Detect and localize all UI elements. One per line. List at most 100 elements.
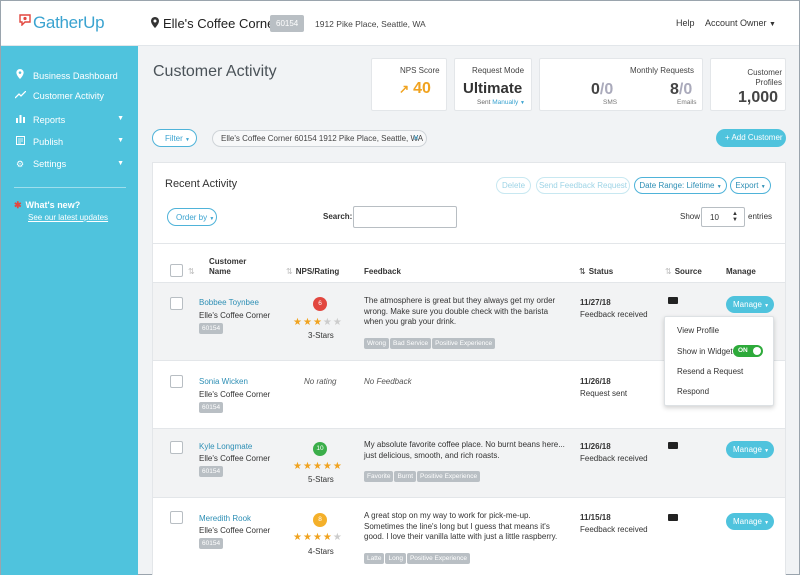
feedback-tag: Positive Experience [417, 471, 481, 482]
request-mode-value: Ultimate [463, 80, 523, 97]
menu-item-show-in-widget[interactable]: Show in Widget [677, 347, 733, 356]
chevron-down-icon: ▼ [117, 115, 124, 122]
customer-profiles-value: 1,000 [738, 89, 779, 106]
filter-button[interactable]: Filter ▼ [152, 129, 197, 147]
gatherup-logo[interactable]: GatherUp [19, 13, 105, 33]
star-icon: ★ [302, 461, 313, 472]
manage-button[interactable]: Manage ▼ [726, 296, 774, 313]
whats-new-label: What's new? [25, 200, 81, 210]
request-mode-sub[interactable]: Sent Manually ▼ [477, 99, 525, 106]
row-checkbox[interactable] [170, 441, 183, 454]
show-label: Show [680, 212, 701, 221]
date-range-button[interactable]: Date Range: Lifetime ▼ [634, 177, 727, 194]
chevron-down-icon: ▼ [520, 100, 525, 106]
location-id-badge: 60154 [199, 402, 224, 413]
help-link[interactable]: Help [676, 18, 695, 28]
column-manage: Manage [726, 267, 756, 276]
sidebar-item-customer-activity[interactable]: Customer Activity [14, 90, 134, 101]
latest-updates-link[interactable]: See our latest updates [28, 213, 108, 222]
star-rating-label: 3-Stars [308, 331, 334, 340]
map-pin-icon [14, 69, 26, 81]
column-status[interactable]: ⇅ Status [579, 267, 613, 276]
page-title: Customer Activity [153, 63, 277, 80]
entries-select[interactable]: 10 ▲ ▼ [701, 207, 745, 227]
manage-button[interactable]: Manage ▼ [726, 513, 774, 530]
export-button[interactable]: Export ▼ [730, 177, 771, 194]
toggle-label: ON [738, 347, 748, 354]
no-rating-text: No rating [304, 377, 337, 386]
table-row[interactable]: Kyle Longmate Elle's Coffee Corner 60154… [153, 429, 785, 498]
location-id-badge: 60154 [199, 466, 224, 477]
date-range-label: Date Range: Lifetime [639, 181, 715, 190]
chevron-down-icon: ▼ [764, 520, 770, 526]
sort-icon: ⇅ [579, 267, 586, 276]
trend-up-icon: ↗ [399, 82, 410, 96]
manage-dropdown-menu: View Profile Show in Widget ON Resend a … [664, 316, 774, 406]
nps-score-number: 40 [413, 80, 431, 97]
close-icon[interactable]: × [413, 133, 419, 144]
sent-label: Sent [477, 99, 491, 106]
send-feedback-request-button[interactable]: Send Feedback Request [536, 177, 630, 194]
row-checkbox[interactable] [170, 297, 183, 310]
add-customer-button[interactable]: + Add Customer [716, 129, 786, 147]
sort-icon: ⇅ [665, 267, 672, 276]
chevron-down-icon: ▼ [117, 137, 124, 144]
search-input[interactable] [353, 206, 457, 228]
sms-used: 0 [591, 81, 600, 98]
request-mode-card: Request Mode Ultimate Sent Manually ▼ [454, 58, 532, 111]
activity-status: Feedback received [580, 525, 648, 534]
select-all-checkbox[interactable] [170, 264, 183, 277]
star-empty-icon: ★ [332, 317, 343, 328]
gear-icon: ⚙ [15, 159, 25, 169]
customer-name-link[interactable]: Bobbee Toynbee [199, 298, 259, 307]
column-source[interactable]: ⇅ Source [665, 267, 702, 276]
sidebar-item-business-dashboard[interactable]: Business Dashboard [14, 69, 134, 81]
account-menu[interactable]: Account Owner ▼ [705, 18, 776, 28]
location-name[interactable]: Elle's Coffee Corner [163, 16, 279, 31]
chevron-down-icon: ▼ [764, 448, 770, 454]
nps-score-badge: 6 [313, 297, 327, 311]
customer-profiles-card: Customer Profiles 1,000 [710, 58, 786, 111]
order-by-label: Order by [176, 213, 208, 222]
table-row[interactable]: Meredith Rook Elle's Coffee Corner 60154… [153, 498, 785, 575]
nps-score-value: ↗ 40 [399, 80, 431, 98]
chevron-down-icon: ▼ [769, 21, 776, 28]
delete-button[interactable]: Delete [496, 177, 531, 194]
customer-name-link[interactable]: Kyle Longmate [199, 442, 252, 451]
request-mode-label: Request Mode [472, 66, 525, 75]
menu-item-respond[interactable]: Respond [677, 387, 709, 396]
star-icon: ★ [312, 461, 323, 472]
sms-label: SMS [603, 99, 618, 106]
email-used: 8 [670, 81, 679, 98]
menu-item-resend-request[interactable]: Resend a Request [677, 367, 743, 376]
feedback-tag: Wrong [364, 338, 390, 349]
location-filter-chip: Elle's Coffee Corner 60154 1912 Pike Pla… [212, 130, 427, 147]
feedback-text: The atmosphere is great but they always … [364, 296, 556, 326]
row-checkbox[interactable] [170, 511, 183, 524]
search-label: Search: [323, 212, 353, 221]
customer-name-link[interactable]: Meredith Rook [199, 514, 251, 523]
star-icon: ★ [332, 461, 343, 472]
nps-score-label: NPS Score [400, 66, 440, 75]
emails-label: Emails [677, 99, 697, 106]
sidebar-item-reports[interactable]: Reports ▼ [14, 114, 134, 125]
column-feedback: Feedback [364, 267, 401, 276]
table-header: ⇅ Customer Name ⇅ NPS/Rating Feedback ⇅ Sta… [153, 243, 785, 283]
sidebar-item-publish[interactable]: Publish ▼ [14, 136, 134, 147]
sidebar-item-label: Publish [33, 137, 64, 147]
sidebar-item-settings[interactable]: ⚙ Settings ▼ [14, 159, 134, 170]
email-icon [668, 297, 678, 304]
location-id-badge: 60154 [270, 15, 305, 32]
order-by-button[interactable]: Order by ▼ [167, 208, 217, 226]
row-checkbox[interactable] [170, 375, 183, 388]
manage-button[interactable]: Manage ▼ [726, 441, 774, 458]
manually-link[interactable]: Manually [492, 99, 518, 106]
status-header: Status [588, 267, 614, 276]
star-empty-icon: ★ [322, 317, 333, 328]
customer-name-link[interactable]: Sonia Wicken [199, 377, 248, 386]
sidebar-divider [14, 187, 126, 188]
column-nps-rating[interactable]: ⇅ NPS/Rating [286, 267, 339, 276]
whats-new-heading[interactable]: ✱ What's new? [14, 200, 80, 211]
menu-item-view-profile[interactable]: View Profile [677, 326, 719, 335]
show-in-widget-toggle[interactable]: ON [733, 345, 763, 357]
